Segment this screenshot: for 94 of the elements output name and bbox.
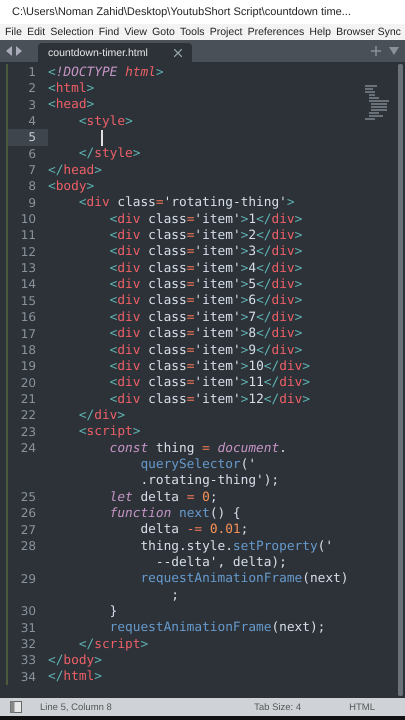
menu-item[interactable]: Find (98, 26, 120, 38)
line-number: 22 (20, 407, 36, 424)
line-number: 17 (20, 326, 36, 342)
line-number: 7 (28, 162, 36, 178)
cursor-position: Line 5, Column 8 (40, 702, 112, 712)
code-line: ; (170, 588, 179, 603)
code-line: requestAnimationFrame(next); (108, 620, 326, 636)
menu-item[interactable]: Preferences (248, 26, 304, 38)
line-number: 19 (20, 358, 36, 375)
menu-item[interactable]: File (5, 26, 22, 38)
line-number: 2 (28, 80, 36, 97)
tab-size[interactable]: Tab Size: 4 (254, 702, 302, 712)
code-line: <style> (78, 114, 133, 129)
code-line: <body> (48, 179, 94, 194)
syntax-mode[interactable]: HTML (349, 702, 375, 712)
code-line: function next() { (108, 506, 241, 521)
code-line: } (108, 604, 118, 620)
code-line: <div class='item'>4</div> (108, 260, 302, 276)
line-number: 26 (20, 505, 36, 522)
menu-item[interactable]: Browser Sync (336, 26, 401, 38)
line-number: 30 (20, 603, 36, 620)
plus-icon[interactable] (371, 46, 381, 56)
code-line: <div class='item'>11</div> (108, 375, 310, 390)
line-number: 10 (20, 211, 36, 228)
line-number: 9 (28, 194, 36, 212)
line-number: 1 (28, 64, 36, 80)
code-line: </style> (78, 146, 140, 162)
menu-item[interactable]: Help (309, 26, 331, 38)
code-line: const thing = document. (108, 440, 287, 456)
close-icon[interactable] (174, 48, 182, 56)
menu-item[interactable]: Edit (27, 26, 46, 38)
line-number: 15 (20, 292, 36, 310)
menu-item[interactable]: Selection (50, 26, 94, 38)
file-tab[interactable]: countdown-timer.html (38, 43, 192, 62)
line-number: 8 (28, 178, 36, 195)
code-line: delta -= 0.01; (139, 522, 248, 538)
code-line: --delta', delta); (154, 554, 287, 570)
arrows-icon[interactable] (6, 46, 22, 56)
text-cursor (101, 130, 102, 146)
code-line: <div class='item'>5</div> (108, 277, 302, 292)
code-line: requestAnimationFrame(next) (139, 571, 348, 586)
line-number: 31 (20, 620, 36, 636)
menu-item[interactable]: Goto (152, 26, 175, 38)
dropdown-icon[interactable] (389, 47, 399, 55)
code-line: <div class='item'>10</div> (108, 358, 310, 374)
line-number: 23 (20, 424, 36, 440)
code-line: </head> (48, 162, 102, 178)
window-title: C:\Users\Noman Zahid\Desktop\YoutubShort Script\countdown time... (12, 6, 351, 18)
line-number: 11 (20, 227, 36, 244)
code-line: thing.style.setProperty(' (139, 538, 334, 554)
code-line: </script> (78, 636, 148, 652)
code-line: </body> (48, 653, 102, 668)
code-line: </html> (48, 669, 102, 684)
code-line: <div class='rotating-thing'> (78, 195, 295, 210)
code-line: <div class='item'>7</div> (108, 310, 302, 325)
line-number: 18 (20, 342, 36, 358)
code-line: <head> (48, 97, 94, 112)
code-line: querySelector(' (139, 456, 256, 472)
line-number: 13 (20, 260, 36, 276)
code-line: <div class='item'>6</div> (108, 293, 302, 308)
line-number: 33 (20, 652, 36, 669)
code-line: <div class='item'>2</div> (108, 228, 302, 244)
code-line: <div class='item'>9</div> (108, 342, 302, 358)
line-number: 20 (20, 374, 36, 391)
panel-icon[interactable] (10, 701, 22, 713)
line-number: 27 (20, 522, 36, 538)
line-number: 25 (20, 488, 36, 506)
code-line: <div class='item'>3</div> (108, 244, 302, 260)
line-number: 29 (20, 570, 36, 587)
line-number: 3 (28, 96, 36, 114)
code-line: <script> (78, 424, 140, 440)
line-number: 16 (20, 309, 36, 326)
line-number: 5 (28, 129, 36, 146)
menu-item[interactable]: View (124, 26, 147, 38)
line-number: 28 (20, 538, 36, 554)
line-number: 6 (28, 146, 36, 162)
scrollbar[interactable] (398, 64, 403, 696)
line-number: 32 (20, 636, 36, 652)
code-line: </div> (78, 408, 126, 423)
code-line: <html> (48, 81, 94, 96)
code-line: <div class='item'>12</div> (108, 392, 310, 407)
line-number: 14 (20, 276, 36, 293)
line-number: 24 (20, 440, 36, 456)
code-line: <div class='item'>8</div> (108, 326, 302, 342)
menu-item[interactable]: Tools (180, 26, 205, 38)
code-line: <!DOCTYPE html> (48, 64, 164, 80)
line-number: 4 (28, 113, 36, 130)
line-number: 12 (20, 244, 36, 260)
menu-item[interactable]: Project (210, 26, 242, 38)
code-line: .rotating-thing'); (139, 473, 280, 488)
code-line: <div class='item'>1</div> (108, 212, 302, 227)
line-number: 21 (20, 390, 36, 408)
code-line: let delta = 0; (108, 490, 218, 505)
line-number: 34 (20, 668, 36, 686)
